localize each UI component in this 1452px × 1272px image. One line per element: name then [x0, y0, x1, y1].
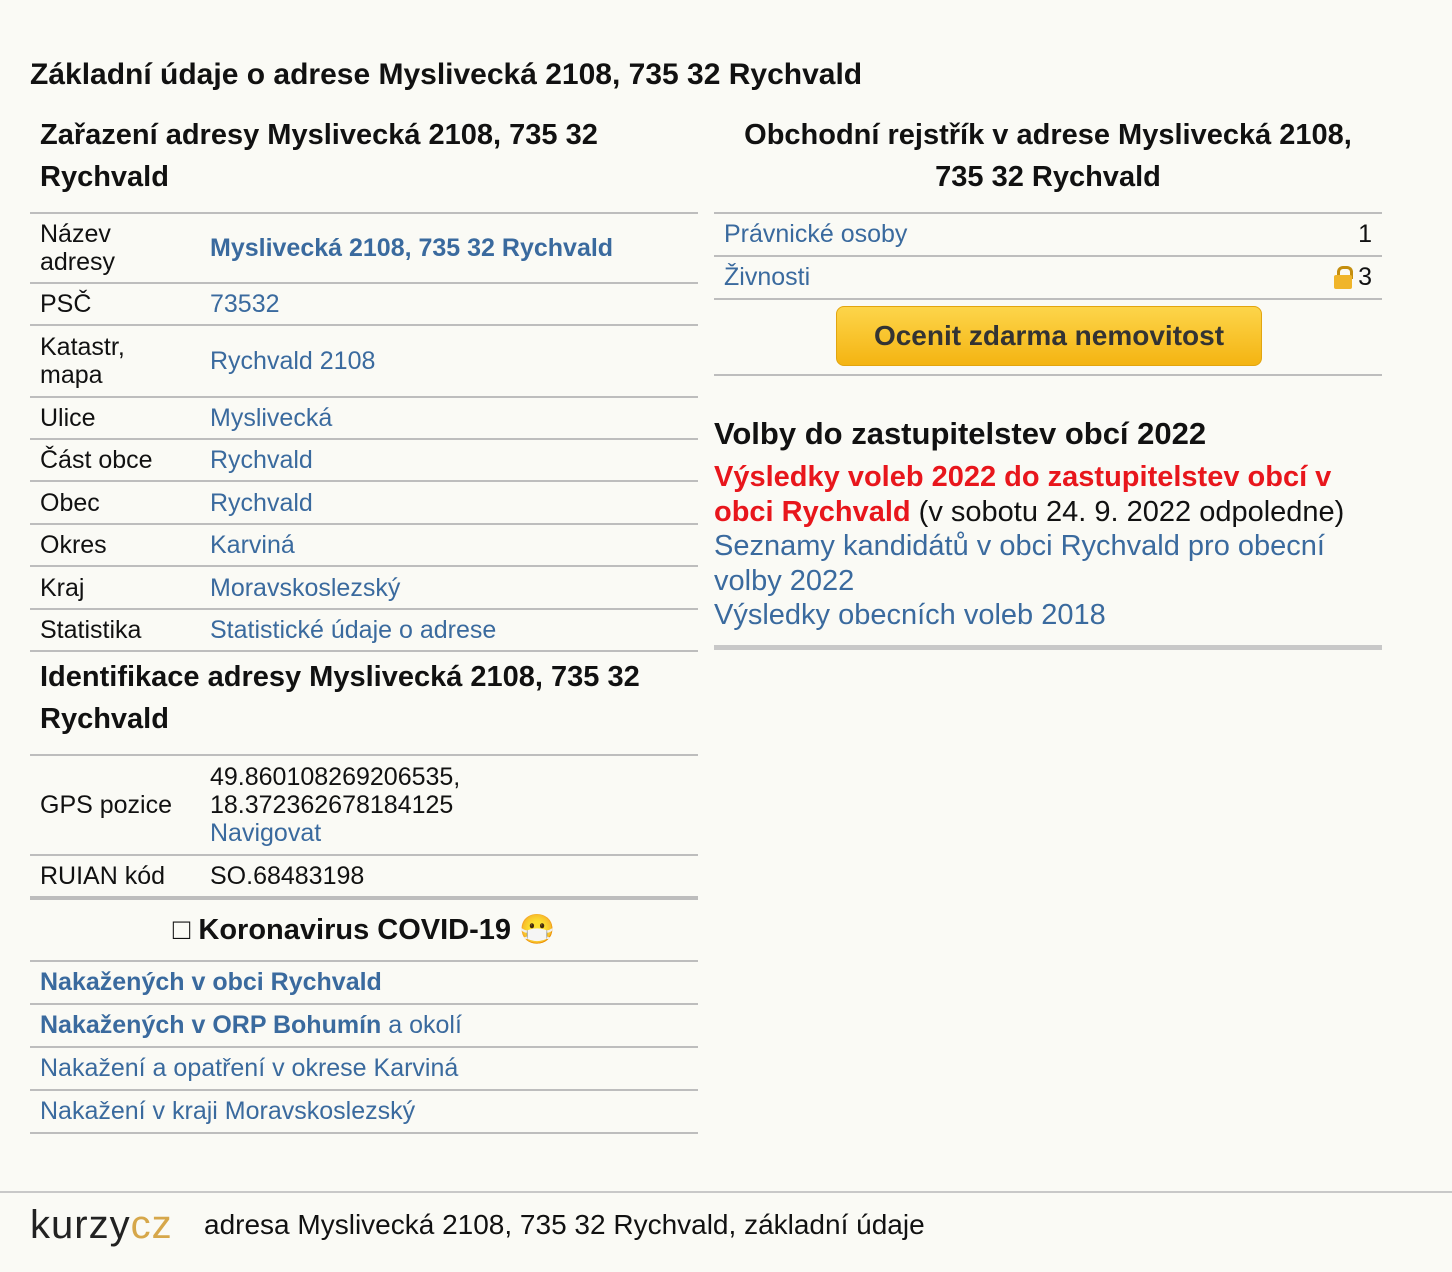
identifikace-heading: Identifikace adresy Myslivecká 2108, 735…	[40, 661, 640, 735]
row-key: Katastr, mapa	[30, 324, 200, 397]
row-key: Kraj	[30, 565, 200, 609]
identifikace-table: GPS pozice 49.860108269206535, 18.372362…	[30, 754, 698, 898]
row-key: Statistika	[30, 608, 200, 652]
page-title: Základní údaje o adrese Myslivecká 2108,…	[30, 58, 863, 91]
row-key: Okres	[30, 523, 200, 566]
zarazeni-table: Název adresy Myslivecká 2108, 735 32 Ryc…	[30, 212, 698, 652]
volby-candidates-link[interactable]: Seznamy kandidátů v obci Rychvald pro ob…	[714, 530, 1325, 597]
volby-links: Výsledky voleb 2022 do zastupitelstev ob…	[714, 460, 1382, 650]
okres-link[interactable]: Karviná	[210, 531, 295, 559]
pravnicke-osoby-link[interactable]: Právnické osoby	[724, 214, 907, 255]
kraj-link[interactable]: Moravskoslezský	[210, 574, 400, 602]
gps-lat: 49.860108269206535,	[210, 763, 461, 791]
volby-results-note: (v sobotu 24. 9. 2022 odpoledne)	[910, 495, 1345, 528]
button-row: Ocenit zdarma nemovitost	[714, 298, 1382, 376]
row-key: RUIAN kód	[30, 854, 200, 898]
psc-link[interactable]: 73532	[210, 290, 280, 318]
placeholder-icon: □	[172, 914, 191, 946]
table-row: PSČ 73532	[30, 282, 698, 325]
table-row: Okres Karviná	[30, 523, 698, 566]
list-item: Nakažení a opatření v okrese Karviná	[30, 1046, 698, 1089]
table-row: Název adresy Myslivecká 2108, 735 32 Ryc…	[30, 212, 698, 283]
table-row: Statistika Statistické údaje o adrese	[30, 608, 698, 652]
ruian-value: SO.68483198	[200, 854, 698, 898]
row-key: Obec	[30, 480, 200, 524]
gps-lon: 18.372362678184125	[210, 791, 454, 819]
covid-obec-link[interactable]: Nakažených v obci Rychvald	[40, 968, 382, 996]
covid-heading: □ Koronavirus COVID-19 😷	[30, 898, 698, 960]
katastr-link[interactable]: Rychvald 2108	[210, 347, 375, 375]
navigate-link[interactable]: Navigovat	[210, 819, 321, 847]
covid-orp-link[interactable]: Nakažených v ORP Bohumín	[40, 1011, 381, 1039]
pravnicke-osoby-count: 1	[1358, 220, 1372, 248]
ulice-link[interactable]: Myslivecká	[210, 404, 332, 432]
cast-obce-link[interactable]: Rychvald	[210, 446, 313, 474]
covid-orp-suffix: a okolí	[381, 1011, 462, 1039]
address-name-link[interactable]: Myslivecká 2108, 735 32 Rychvald	[210, 234, 613, 262]
table-row: Obec Rychvald	[30, 480, 698, 524]
row-key: GPS pozice	[30, 754, 200, 855]
footer: kurzycz adresa Myslivecká 2108, 735 32 R…	[0, 1191, 1452, 1272]
row-key: Ulice	[30, 396, 200, 439]
lock-icon	[1334, 266, 1354, 289]
list-item: Právnické osoby 1	[714, 212, 1382, 255]
zivnosti-count: 3	[1358, 263, 1372, 291]
table-row: Kraj Moravskoslezský	[30, 565, 698, 609]
list-item: Živnosti 3	[714, 255, 1382, 298]
table-row: Katastr, mapa Rychvald 2108	[30, 324, 698, 397]
table-row: RUIAN kód SO.68483198	[30, 854, 698, 898]
covid-kraj-link[interactable]: Nakažení v kraji Moravskoslezský	[40, 1097, 415, 1125]
footer-text: adresa Myslivecká 2108, 735 32 Rychvald,…	[204, 1209, 925, 1240]
ocenit-nemovitost-button[interactable]: Ocenit zdarma nemovitost	[836, 306, 1262, 366]
covid-heading-text: Koronavirus COVID-19	[198, 914, 512, 946]
statistika-link[interactable]: Statistické údaje o adrese	[210, 616, 496, 644]
kurzy-logo[interactable]: kurzycz	[30, 1203, 173, 1248]
rejstrik-heading: Obchodní rejstřík v adrese Myslivecká 21…	[744, 119, 1352, 193]
row-key: PSČ	[30, 282, 200, 325]
list-item: Nakažených v obci Rychvald	[30, 960, 698, 1003]
row-key: Název adresy	[30, 212, 200, 283]
zivnosti-link[interactable]: Živnosti	[724, 257, 810, 298]
volby-heading: Volby do zastupitelstev obcí 2022	[714, 416, 1207, 451]
left-column: Zařazení adresy Myslivecká 2108, 735 32 …	[30, 110, 698, 1134]
zarazeni-heading: Zařazení adresy Myslivecká 2108, 735 32 …	[40, 119, 598, 193]
covid-okres-link[interactable]: Nakažení a opatření v okrese Karviná	[40, 1054, 458, 1082]
obec-link[interactable]: Rychvald	[210, 489, 313, 517]
list-item: Nakažení v kraji Moravskoslezský	[30, 1089, 698, 1134]
table-row: Ulice Myslivecká	[30, 396, 698, 439]
table-row: Část obce Rychvald	[30, 438, 698, 481]
table-row: GPS pozice 49.860108269206535, 18.372362…	[30, 754, 698, 855]
row-key: Část obce	[30, 438, 200, 481]
volby-2018-link[interactable]: Výsledky obecních voleb 2018	[714, 599, 1106, 631]
right-column: Obchodní rejstřík v adrese Myslivecká 21…	[714, 110, 1382, 650]
list-item: Nakažených v ORP Bohumín a okolí	[30, 1003, 698, 1046]
covid-links: Nakažených v obci Rychvald Nakažených v …	[30, 960, 698, 1134]
face-mask-icon: 😷	[519, 914, 556, 946]
